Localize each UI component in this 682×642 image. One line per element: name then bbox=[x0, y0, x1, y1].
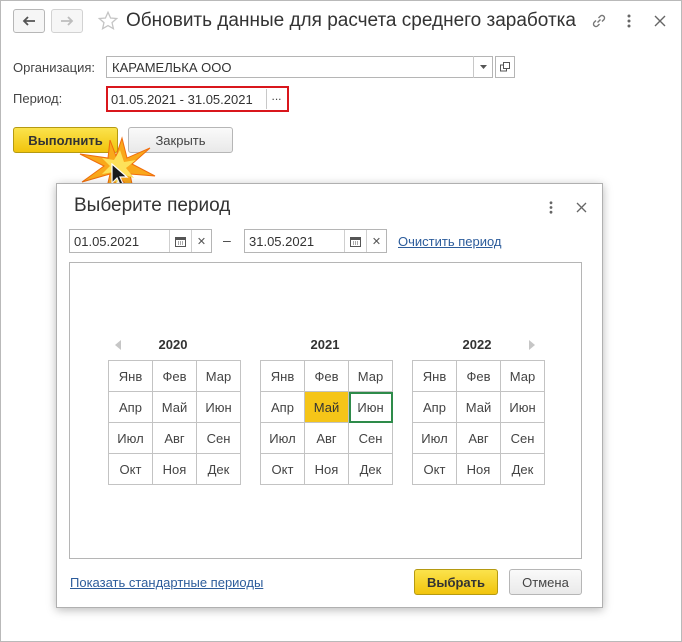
org-label: Организация: bbox=[13, 60, 96, 75]
forward-button[interactable] bbox=[51, 9, 83, 33]
date-from-value: 01.05.2021 bbox=[74, 234, 140, 249]
month-cell[interactable]: Сен bbox=[197, 423, 241, 454]
link-icon[interactable] bbox=[589, 11, 609, 31]
arrow-left-icon bbox=[22, 16, 35, 26]
favorite-star-icon[interactable] bbox=[97, 10, 119, 35]
arrow-right-icon bbox=[61, 16, 74, 26]
month-cell[interactable]: Ноя bbox=[457, 454, 501, 485]
month-cell[interactable]: Май bbox=[457, 392, 501, 423]
month-cell[interactable]: Июл bbox=[109, 423, 153, 454]
month-cell[interactable]: Мар bbox=[197, 361, 241, 392]
month-cell[interactable]: Янв bbox=[413, 361, 457, 392]
month-cell[interactable]: Сен bbox=[501, 423, 545, 454]
clear-period-link[interactable]: Очистить период bbox=[398, 234, 502, 249]
org-field[interactable]: КАРАМЕЛЬКА ООО bbox=[106, 56, 493, 78]
clear-date-to-icon[interactable]: ✕ bbox=[366, 230, 386, 252]
clear-date-from-icon[interactable]: ✕ bbox=[191, 230, 211, 252]
org-dropdown-button[interactable] bbox=[473, 56, 493, 78]
month-cell[interactable]: Авг bbox=[305, 423, 349, 454]
month-cell[interactable]: Окт bbox=[261, 454, 305, 485]
window-title: Обновить данные для расчета среднего зар… bbox=[126, 10, 576, 31]
month-cell[interactable]: Фев bbox=[153, 361, 197, 392]
month-cell[interactable]: Июн bbox=[501, 392, 545, 423]
month-grid-2021: Янв Фев Мар Апр Май Июн Июл Авг Сен Окт … bbox=[260, 360, 393, 485]
period-label: Период: bbox=[13, 91, 63, 106]
year-label-2022: 2022 bbox=[462, 337, 492, 352]
more-menu-icon[interactable] bbox=[619, 11, 639, 31]
month-cell[interactable]: Апр bbox=[413, 392, 457, 423]
month-cell[interactable]: Май bbox=[153, 392, 197, 423]
month-cell[interactable]: Мар bbox=[501, 361, 545, 392]
month-grid-2022: Янв Фев Мар Апр Май Июн Июл Авг Сен Окт … bbox=[412, 360, 545, 485]
select-button[interactable]: Выбрать bbox=[414, 569, 498, 595]
dialog-title: Выберите период bbox=[74, 195, 231, 216]
month-calendar: 2020 2021 2022 Янв Фев Мар Апр Май Июн И… bbox=[69, 262, 582, 559]
month-grid-2020: Янв Фев Мар Апр Май Июн Июл Авг Сен Окт … bbox=[108, 360, 241, 485]
calendar-icon[interactable] bbox=[169, 230, 191, 252]
date-to-input[interactable]: 31.05.2021 ✕ bbox=[244, 229, 387, 253]
month-cell[interactable]: Окт bbox=[109, 454, 153, 485]
period-select-button[interactable]: ... bbox=[266, 89, 286, 109]
month-cell[interactable]: Сен bbox=[349, 423, 393, 454]
month-cell[interactable]: Апр bbox=[109, 392, 153, 423]
month-cell-selected[interactable]: Май bbox=[305, 392, 349, 423]
period-dialog: Выберите период 01.05.2021 ✕ – 31.05.202… bbox=[56, 183, 603, 608]
month-cell-highlighted[interactable]: Июн bbox=[349, 392, 393, 423]
next-year-arrow-icon[interactable] bbox=[529, 340, 535, 350]
cancel-button[interactable]: Отмена bbox=[509, 569, 582, 595]
month-cell[interactable]: Фев bbox=[305, 361, 349, 392]
month-cell[interactable]: Окт bbox=[413, 454, 457, 485]
month-cell[interactable]: Апр bbox=[261, 392, 305, 423]
org-open-button[interactable] bbox=[495, 56, 515, 78]
close-icon[interactable] bbox=[650, 11, 670, 31]
date-separator: – bbox=[223, 232, 231, 248]
standard-periods-link[interactable]: Показать стандартные периоды bbox=[70, 575, 263, 590]
dialog-close-icon[interactable] bbox=[572, 198, 590, 216]
year-label-2020: 2020 bbox=[158, 337, 188, 352]
month-cell[interactable]: Янв bbox=[109, 361, 153, 392]
month-cell[interactable]: Июл bbox=[413, 423, 457, 454]
calendar-icon[interactable] bbox=[344, 230, 366, 252]
chevron-down-icon bbox=[480, 65, 487, 69]
month-cell[interactable]: Мар bbox=[349, 361, 393, 392]
month-cell[interactable]: Ноя bbox=[153, 454, 197, 485]
year-label-2021: 2021 bbox=[310, 337, 340, 352]
month-cell[interactable]: Дек bbox=[197, 454, 241, 485]
back-button[interactable] bbox=[13, 9, 45, 33]
month-cell[interactable]: Дек bbox=[501, 454, 545, 485]
month-cell[interactable]: Фев bbox=[457, 361, 501, 392]
month-cell[interactable]: Авг bbox=[153, 423, 197, 454]
month-cell[interactable]: Ноя bbox=[305, 454, 349, 485]
period-value: 01.05.2021 - 31.05.2021 bbox=[111, 92, 253, 107]
month-cell[interactable]: Июн bbox=[197, 392, 241, 423]
prev-year-arrow-icon[interactable] bbox=[115, 340, 121, 350]
month-cell[interactable]: Июл bbox=[261, 423, 305, 454]
period-field[interactable]: 01.05.2021 - 31.05.2021 ... bbox=[106, 86, 289, 112]
month-cell[interactable]: Янв bbox=[261, 361, 305, 392]
month-cell[interactable]: Авг bbox=[457, 423, 501, 454]
date-to-value: 31.05.2021 bbox=[249, 234, 315, 249]
dialog-more-menu-icon[interactable] bbox=[542, 198, 560, 216]
month-cell[interactable]: Дек bbox=[349, 454, 393, 485]
date-from-input[interactable]: 01.05.2021 ✕ bbox=[69, 229, 212, 253]
open-form-icon bbox=[500, 62, 510, 72]
